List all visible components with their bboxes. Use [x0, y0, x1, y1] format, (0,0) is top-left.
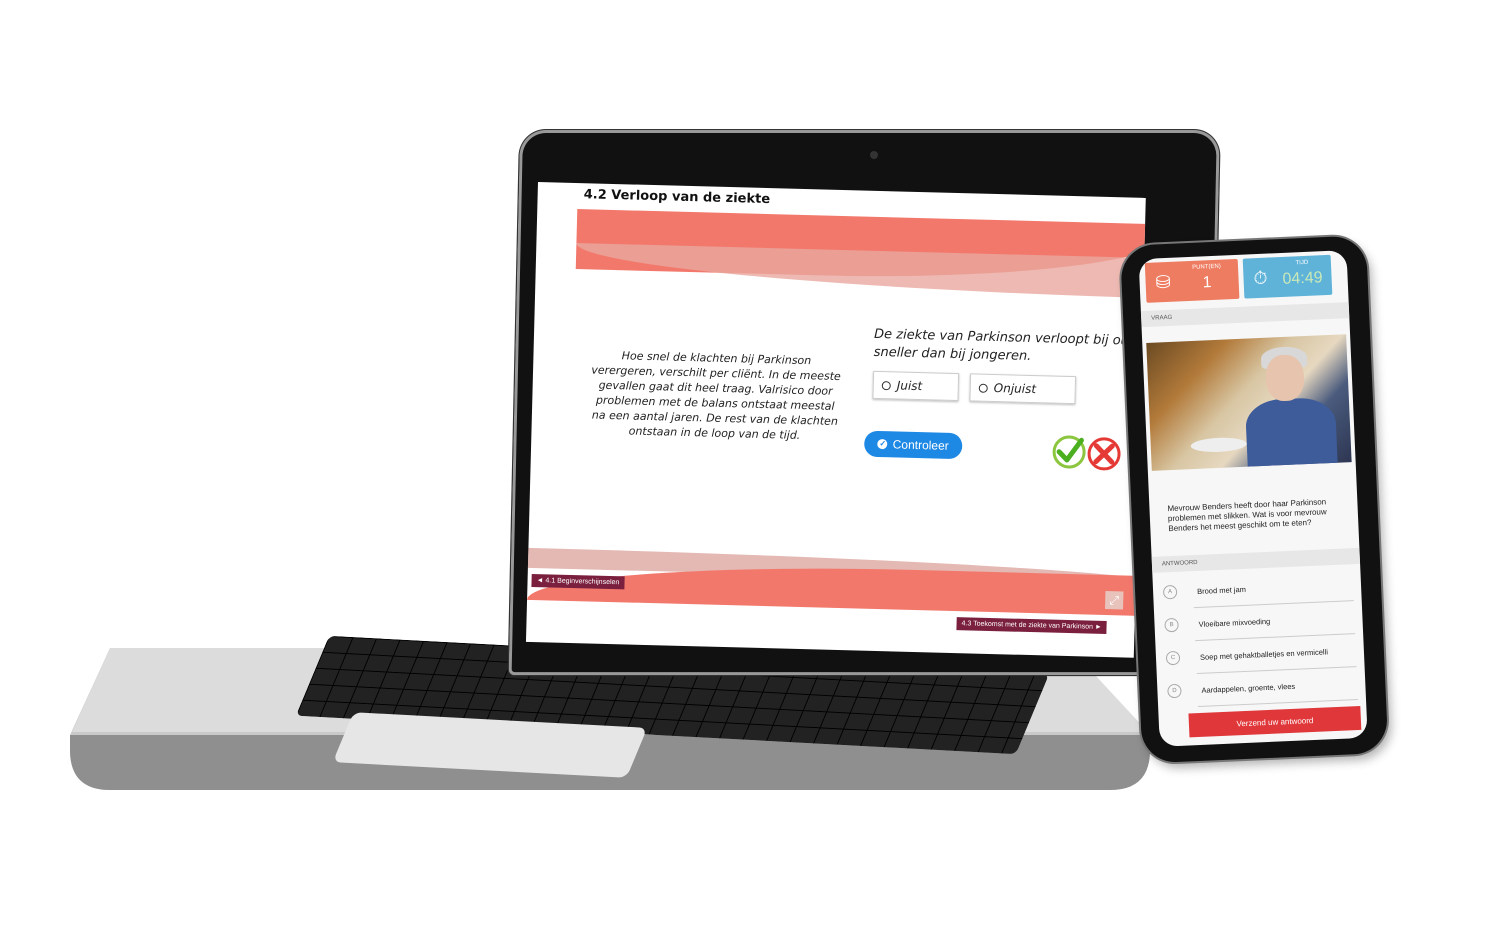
answer-text: Brood met jam [1196, 584, 1247, 596]
stopwatch-icon: ⏱ [1253, 267, 1269, 289]
cross-icon [1087, 437, 1121, 471]
option-true[interactable]: Juist [872, 370, 960, 402]
quiz-question: De ziekte van Parkinson verloopt bij oud… [873, 326, 1145, 369]
phone-mockup: ⛁ PUNT(EN) 1 ⏱ TIJD 04:49 VRAAG Mevrouw … [1120, 235, 1389, 764]
radio-icon[interactable] [881, 380, 891, 390]
phone-question: Mevrouw Benders heeft door haar Parkinso… [1167, 497, 1327, 534]
submit-answer-button[interactable]: Verzend uw antwoord [1188, 705, 1362, 738]
answer-text: Vloeibare mixvoeding [1198, 616, 1271, 629]
answer-letter: D [1167, 683, 1182, 699]
timer-box: ⏱ TIJD 04:49 [1242, 254, 1333, 299]
option-true-label: Juist [896, 378, 923, 394]
score-value: 1 [1202, 274, 1213, 292]
answer-letter: C [1165, 650, 1181, 666]
radio-icon[interactable] [978, 383, 988, 393]
answer-letter: B [1164, 617, 1179, 633]
page-title: 4.2 Verloop van de ziekte [583, 187, 771, 208]
prev-chapter-button[interactable]: ◄ 4.1 Beginverschijnselen [531, 573, 625, 590]
question-photo [1146, 334, 1352, 471]
phone-screen: ⛁ PUNT(EN) 1 ⏱ TIJD 04:49 VRAAG Mevrouw … [1138, 250, 1368, 747]
question-section-header: VRAAG [1140, 302, 1350, 328]
answer-option-d[interactable]: D Aardappelen, groente, vlees [1167, 667, 1359, 708]
coins-icon: ⛁ [1155, 271, 1172, 293]
check-button[interactable]: ✓ Controleer [863, 430, 963, 460]
expand-icon[interactable]: ⤢ [1105, 590, 1124, 610]
check-circle-icon: ✓ [877, 438, 888, 450]
next-chapter-button[interactable]: 4.3 Toekomst met de ziekte van Parkinson… [956, 617, 1107, 635]
photo-face [1264, 354, 1305, 402]
answer-list: A Brood met jam B Vloeibare mixvoeding C… [1162, 568, 1359, 708]
checkmark-icon [1052, 435, 1086, 469]
time-value: 04:49 [1282, 269, 1323, 288]
laptop-screen: 4.2 Verloop van de ziekte Hoe snel de kl… [525, 182, 1146, 658]
answer-letter: A [1162, 584, 1178, 600]
webcam [870, 151, 878, 159]
time-label: TIJD [1295, 259, 1309, 267]
photo-plate [1190, 436, 1248, 454]
photo-shirt [1244, 396, 1338, 467]
option-false[interactable]: Onjuist [969, 373, 1077, 405]
option-false-label: Onjuist [993, 381, 1037, 397]
intro-text: Hoe snel de klachten bij Parkinson verer… [591, 349, 841, 442]
answer-text: Soep met gehaktballetjes en vermicelli [1199, 646, 1329, 662]
score-label: PUNT(EN) [1192, 263, 1221, 271]
check-button-label: Controleer [892, 437, 949, 453]
score-box: ⛁ PUNT(EN) 1 [1144, 258, 1240, 303]
answer-text: Aardappelen, groente, vlees [1201, 681, 1296, 695]
